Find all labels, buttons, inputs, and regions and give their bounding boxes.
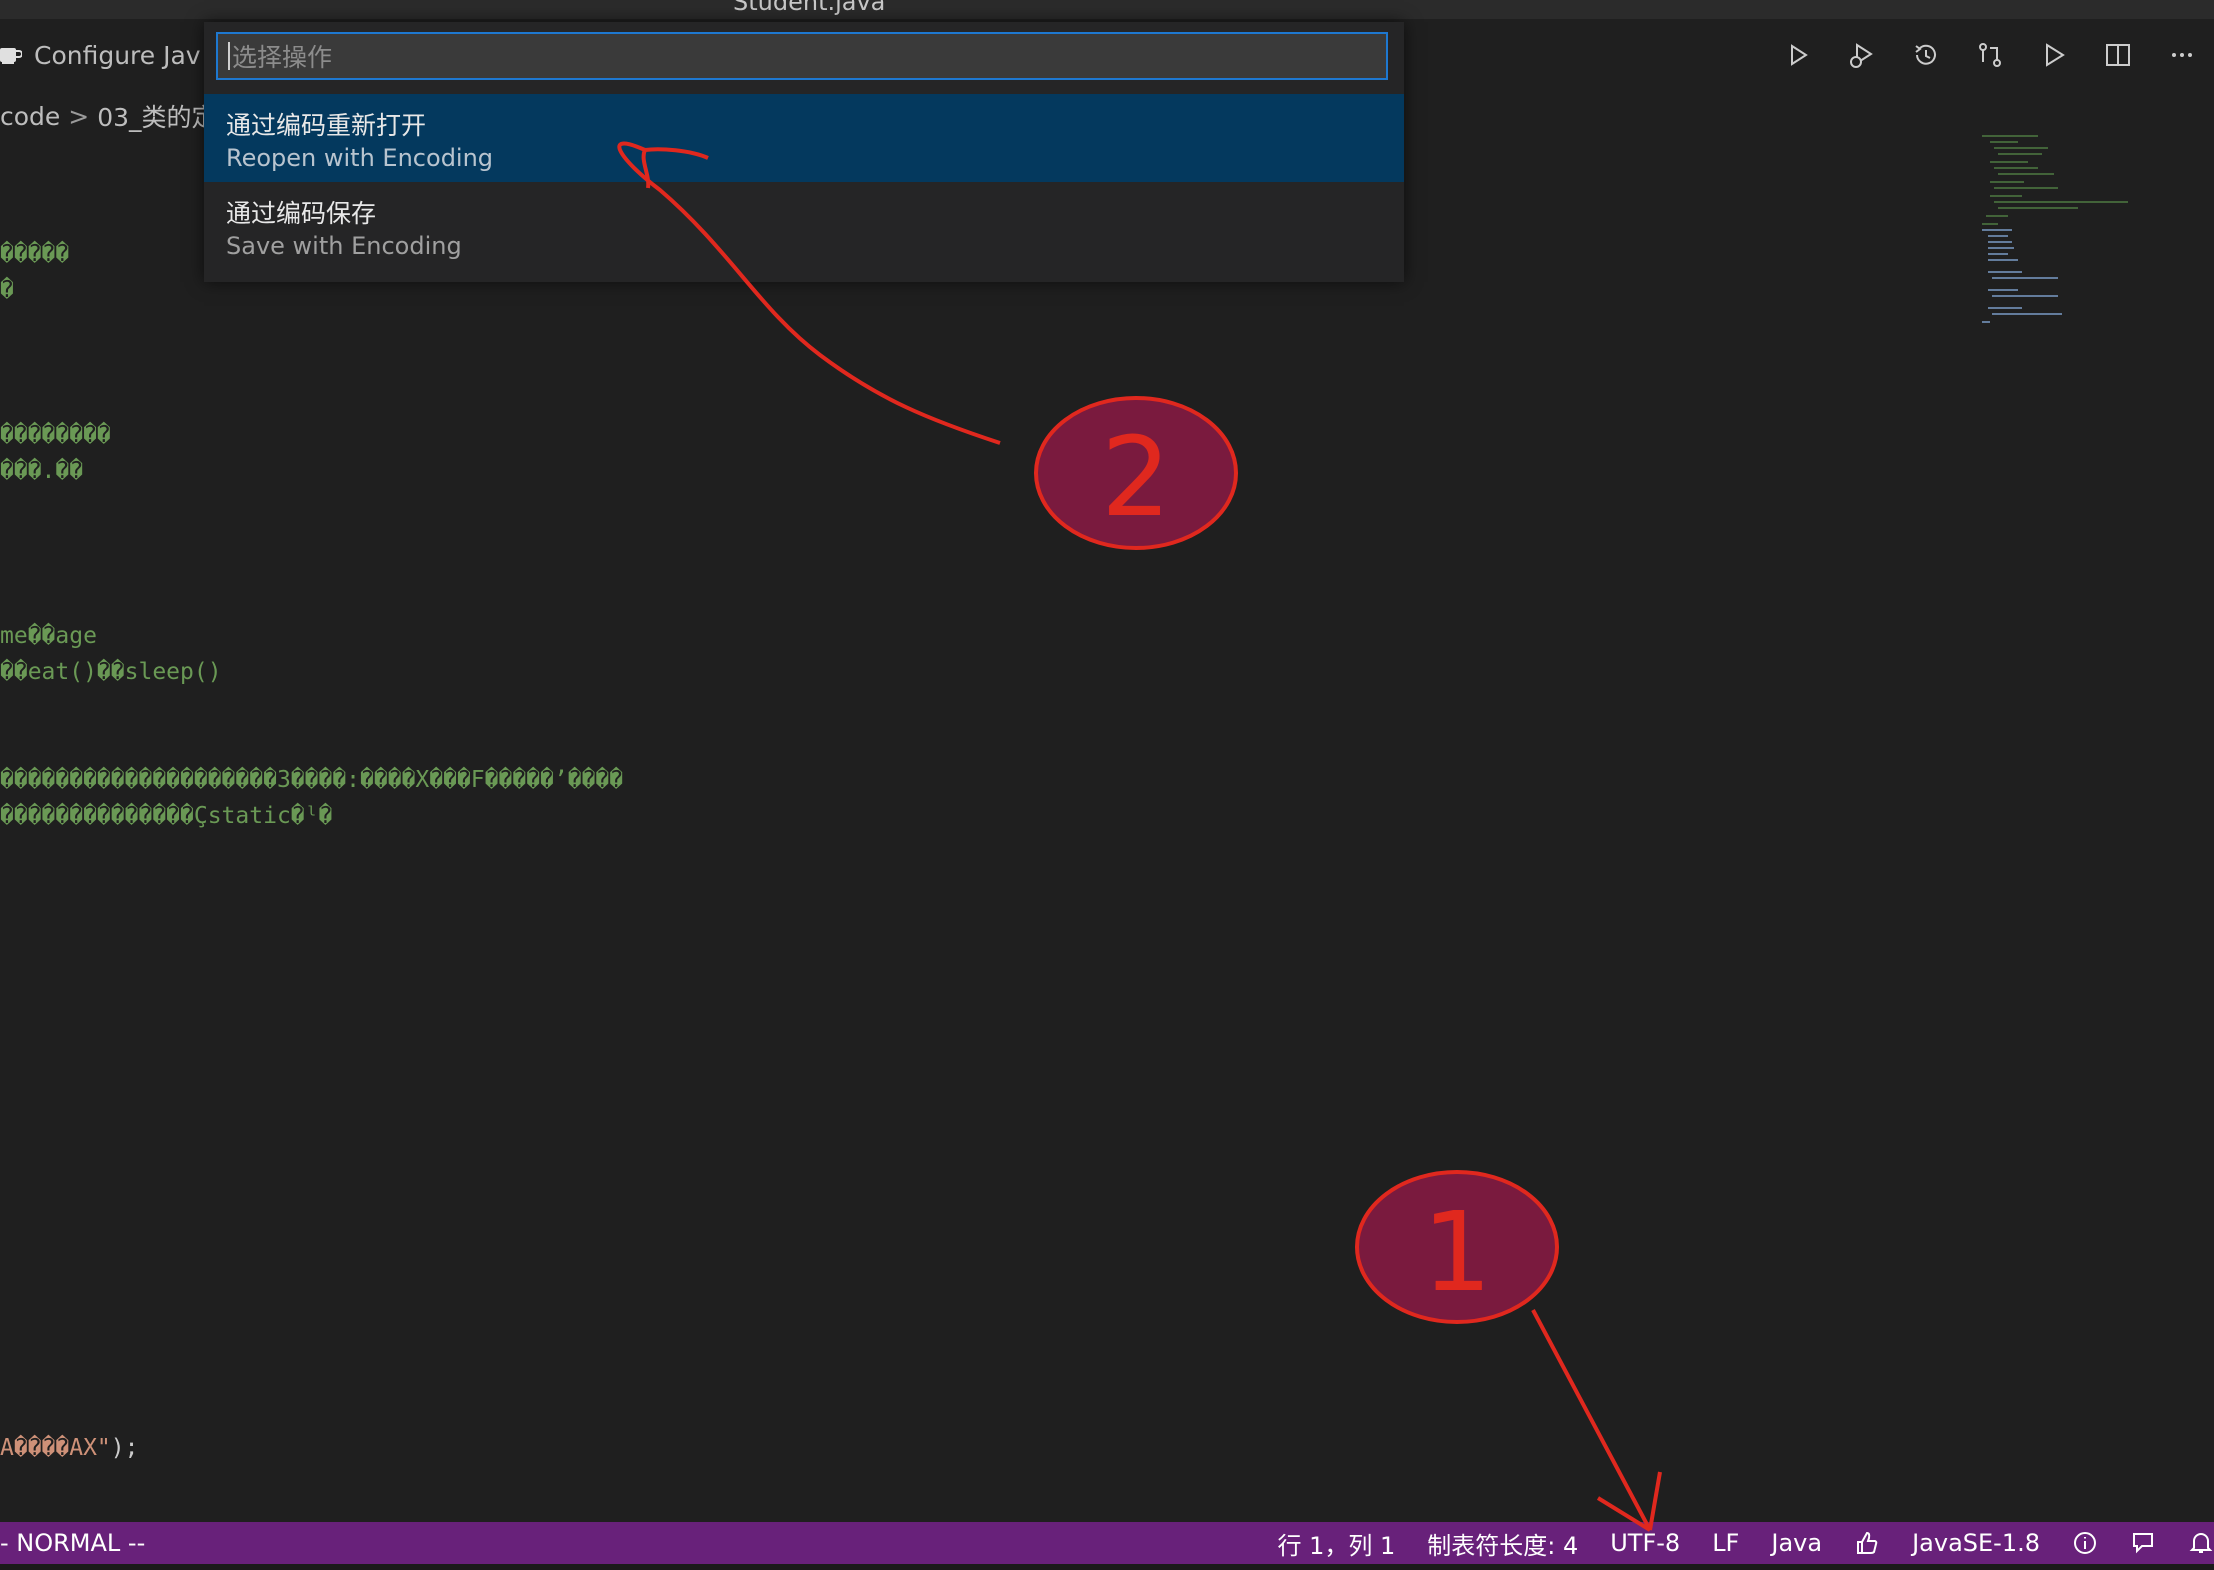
code-line: ��������������Çstatic�ˡ� (0, 803, 333, 829)
punctuation: ); (110, 1435, 139, 1461)
code-line: �������� (0, 422, 111, 448)
quick-pick-item-save-with-encoding[interactable]: 通过编码保存 Save with Encoding (204, 182, 1404, 270)
run-icon (1791, 44, 1808, 66)
chevron-right-icon: > (68, 101, 90, 131)
code-line-string: A����AX"); (0, 1430, 138, 1466)
quick-pick-input[interactable]: 选择操作 (216, 32, 1388, 80)
cursor-position[interactable]: 行 1，列 1 (1277, 1526, 1395, 1561)
tab-label: Configure Jav (34, 40, 201, 70)
compare-changes-button[interactable] (1958, 19, 2022, 91)
eol-indicator[interactable]: LF (1712, 1529, 1739, 1557)
annotation-number: 2 (1101, 413, 1171, 541)
info-button[interactable] (2072, 1530, 2098, 1556)
compare-icon (1979, 43, 2001, 67)
history-icon (1915, 44, 1936, 65)
thumbs-up-icon (1857, 1531, 1878, 1554)
run-all-icon (2046, 43, 2065, 67)
split-editor-icon (2106, 44, 2130, 66)
code-line: ��������������������3����:����X���F�����… (0, 767, 624, 793)
annotation-1: 1 (1355, 1170, 1662, 1532)
text-cursor (228, 42, 230, 70)
code-line: me��age (0, 623, 97, 649)
language-mode[interactable]: Java (1771, 1529, 1822, 1557)
history-button[interactable] (1894, 19, 1958, 91)
annotation-number: 1 (1422, 1188, 1492, 1316)
minimap[interactable] (1978, 130, 2138, 340)
run-button[interactable] (1766, 19, 1830, 91)
breadcrumb-item[interactable]: 03_类的定 (97, 98, 216, 134)
string-literal: A����AX" (0, 1435, 111, 1461)
item-detail: Save with Encoding (226, 232, 462, 260)
status-bar: - NORMAL -- 行 1，列 1 制表符长度: 4 UTF-8 LF Ja… (0, 1522, 2214, 1564)
breadcrumb-item[interactable]: code (0, 102, 60, 131)
java-runtime-indicator[interactable]: JavaSE-1.8 (1912, 1529, 2040, 1557)
more-actions-icon (2172, 53, 2192, 57)
quick-pick-item-reopen-with-encoding[interactable]: 通过编码重新打开 Reopen with Encoding (204, 94, 1404, 182)
split-editor-button[interactable] (2086, 19, 2150, 91)
java-coffee-icon (0, 44, 23, 66)
item-label: 通过编码重新打开 (226, 111, 427, 140)
live-share-button[interactable] (2130, 1530, 2156, 1556)
bottom-edge (0, 1564, 2214, 1570)
run-all-button[interactable] (2022, 19, 2086, 91)
encoding-indicator[interactable]: UTF-8 (1610, 1529, 1680, 1557)
breadcrumb: code > 03_类的定 (0, 96, 217, 136)
quick-pick-dialog: 选择操作 通过编码重新打开 Reopen with Encoding 通过编码保… (204, 22, 1404, 282)
feedback-button[interactable] (1854, 1530, 1880, 1556)
tab-size-indicator[interactable]: 制表符长度: 4 (1427, 1526, 1578, 1561)
code-line: ���.�� (0, 458, 84, 484)
code-line: ��eat()��sleep() (0, 659, 222, 685)
title-bar: Student.java (0, 0, 2214, 19)
bell-icon (2189, 1533, 2213, 1553)
code-line: � (0, 277, 14, 303)
info-icon (2074, 1532, 2096, 1554)
item-label: 通过编码保存 (226, 199, 377, 228)
notifications-button[interactable] (2188, 1530, 2214, 1556)
window-title: Student.java (733, 0, 886, 16)
vim-mode-indicator[interactable]: - NORMAL -- (0, 1522, 145, 1564)
chat-person-icon (2133, 1533, 2153, 1554)
item-detail: Reopen with Encoding (226, 144, 494, 172)
more-actions-button[interactable] (2150, 19, 2214, 91)
editor-tab[interactable]: Configure Jav (0, 19, 201, 91)
code-line: ����� (0, 241, 70, 267)
editor-toolbar (1766, 19, 2214, 91)
debug-icon (1850, 43, 1873, 68)
quick-pick-placeholder: 选择操作 (232, 43, 333, 72)
debug-button[interactable] (1830, 19, 1894, 91)
